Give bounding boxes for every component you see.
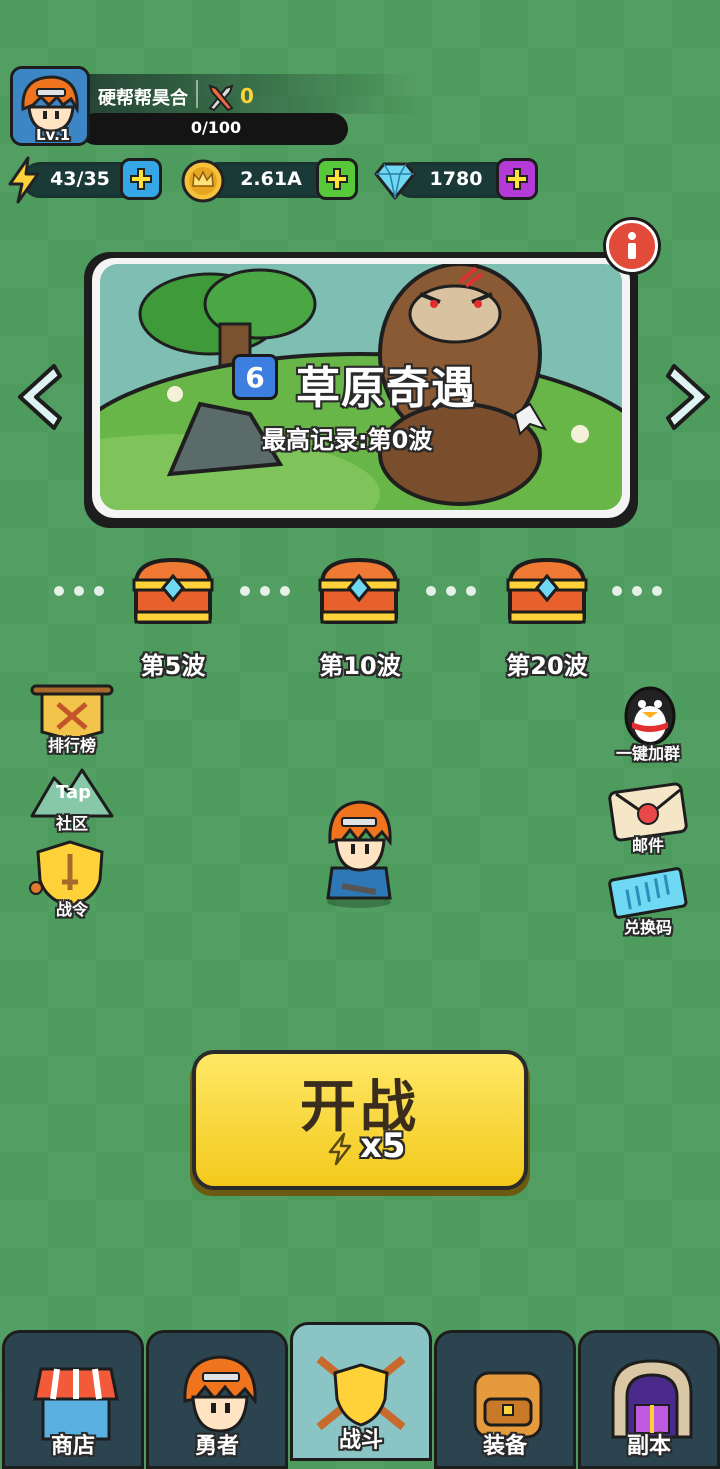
penguin-icon xyxy=(624,686,676,746)
stage-title: 草原奇遇 xyxy=(296,363,476,414)
progress-dots xyxy=(240,586,290,596)
gem-add-button[interactable] xyxy=(496,158,538,200)
reward-wave-label: 第20波 xyxy=(506,652,588,680)
tap-text: Tap xyxy=(56,782,91,803)
crown-coin-icon xyxy=(181,159,225,203)
player-level: Lv.1 xyxy=(36,126,71,144)
tab-equipment-label: 装备 xyxy=(482,1434,527,1459)
gem-value: 1780 xyxy=(429,168,483,190)
progress-dots xyxy=(426,586,476,596)
name-divider xyxy=(196,80,198,108)
redeem-code-label: 兑换码 xyxy=(623,918,672,937)
energy-cost: x5 xyxy=(360,1126,406,1166)
lightning-icon xyxy=(8,156,40,204)
progress-dots xyxy=(54,586,104,596)
reward-wave-label: 第5波 xyxy=(140,652,206,680)
treasure-chest-icon[interactable] xyxy=(506,554,588,628)
stage-info-button[interactable] xyxy=(606,220,658,272)
tab-battle-label: 战斗 xyxy=(338,1428,383,1453)
join-group-label: 一键加群 xyxy=(615,744,680,763)
stage-number-badge: 6 xyxy=(232,354,278,400)
combat-power-icon xyxy=(208,84,234,112)
energy-add-button[interactable] xyxy=(120,158,162,200)
prev-stage-arrow-icon[interactable] xyxy=(14,362,66,432)
battle-pass-label: 战令 xyxy=(55,900,88,919)
plus-icon xyxy=(506,168,528,190)
hero-character xyxy=(326,800,392,908)
join-group-button[interactable] xyxy=(612,682,688,746)
tab-dungeon-label: 副本 xyxy=(626,1434,671,1459)
plus-icon xyxy=(130,168,152,190)
progress-dots xyxy=(612,586,662,596)
energy-value: 43/35 xyxy=(50,168,110,190)
exp-progress-text: 0/100 xyxy=(190,118,242,137)
lightning-icon xyxy=(328,1132,352,1166)
next-stage-arrow-icon[interactable] xyxy=(662,362,714,432)
gold-value: 2.61A xyxy=(240,168,302,190)
combat-power-value: 0 xyxy=(240,84,254,108)
treasure-chest-icon[interactable] xyxy=(318,554,400,628)
plus-icon xyxy=(326,168,348,190)
mail-label: 邮件 xyxy=(631,836,664,855)
tab-hero-label: 勇者 xyxy=(194,1434,239,1459)
info-icon xyxy=(628,232,636,259)
tab-shop-label: 商店 xyxy=(50,1434,95,1459)
reward-wave-label: 第10波 xyxy=(319,652,401,680)
player-name: 硬帮帮昊合 xyxy=(98,88,188,109)
diamond-icon xyxy=(374,162,416,200)
community-label: 社区 xyxy=(55,814,88,833)
stage-best-record: 最高记录:第0波 xyxy=(262,426,433,454)
treasure-chest-icon[interactable] xyxy=(132,554,214,628)
ranking-label: 排行榜 xyxy=(47,736,96,755)
gold-add-button[interactable] xyxy=(316,158,358,200)
